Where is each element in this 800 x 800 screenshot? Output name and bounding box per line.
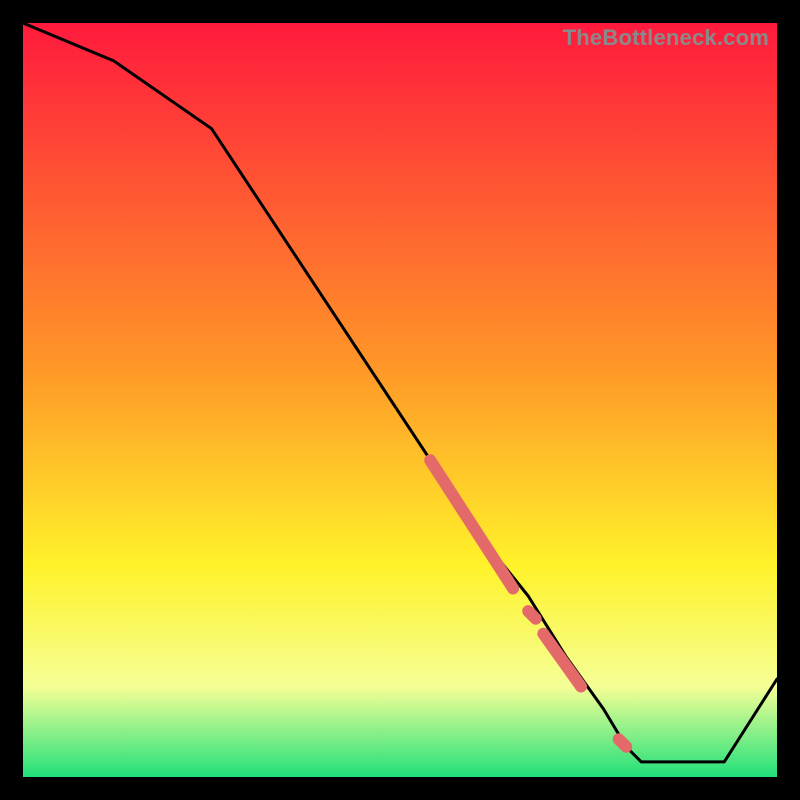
- plot-area: TheBottleneck.com: [23, 23, 777, 777]
- bottleneck-node: [619, 739, 627, 747]
- chart-svg: [23, 23, 777, 777]
- watermark-text: TheBottleneck.com: [563, 25, 769, 51]
- chart-frame: TheBottleneck.com: [0, 0, 800, 800]
- bottleneck-node: [528, 611, 536, 619]
- gradient-bg: [23, 23, 777, 777]
